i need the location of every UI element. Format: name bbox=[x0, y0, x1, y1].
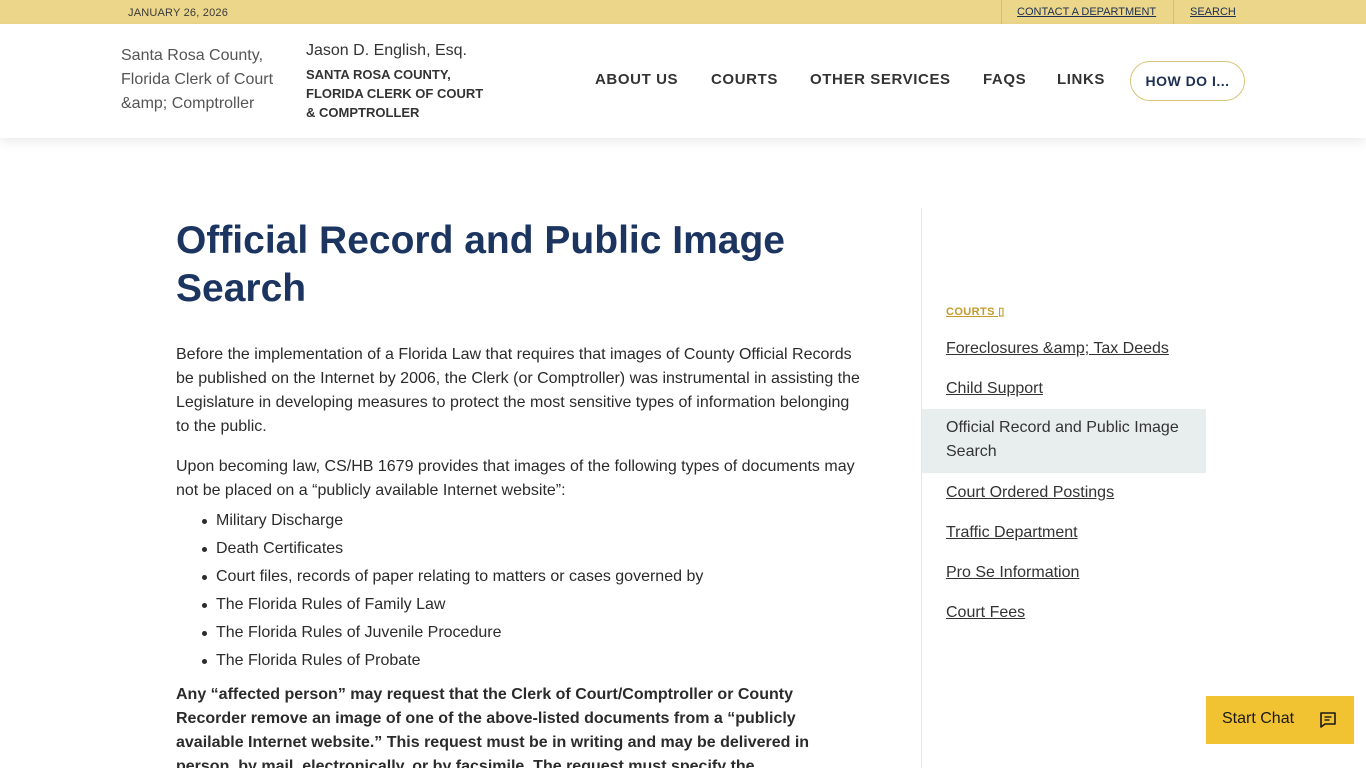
list-item: Military Discharge bbox=[201, 507, 703, 535]
list-item: Court files, records of paper relating t… bbox=[201, 563, 703, 591]
sidebar-item-court-fees[interactable]: Court Fees bbox=[946, 604, 1025, 622]
utility-bar: JANUARY 26, 2026 CONTACT A DEPARTMENT SE… bbox=[0, 0, 1366, 24]
sidebar-item-label: Official Record and Public Image Search bbox=[946, 419, 1179, 460]
sidebar-item-child-support[interactable]: Child Support bbox=[946, 380, 1043, 398]
list-item: The Florida Rules of Probate bbox=[201, 647, 703, 675]
law-paragraph: Upon becoming law, CS/HB 1679 provides t… bbox=[176, 458, 855, 499]
removal-request-paragraph: Any “affected person” may request that t… bbox=[176, 686, 810, 768]
nav-about-us[interactable]: ABOUT US bbox=[595, 71, 678, 88]
clerk-name: Jason D. English, Esq. bbox=[306, 42, 467, 59]
sidebar-item-pro-se[interactable]: Pro Se Information bbox=[946, 564, 1079, 582]
start-chat-button[interactable]: Start Chat bbox=[1206, 696, 1354, 744]
how-do-i-button[interactable]: HOW DO I... bbox=[1130, 61, 1245, 101]
nav-faqs[interactable]: FAQS bbox=[983, 71, 1026, 88]
search-link[interactable]: SEARCH bbox=[1190, 6, 1236, 18]
current-date: JANUARY 26, 2026 bbox=[128, 7, 229, 19]
list-item: The Florida Rules of Family Law bbox=[201, 591, 703, 619]
contact-department-link[interactable]: CONTACT A DEPARTMENT bbox=[1017, 6, 1156, 18]
sidebar-item-court-ordered-postings[interactable]: Court Ordered Postings bbox=[946, 484, 1114, 502]
sidebar-item-official-record[interactable]: Official Record and Public Image Search bbox=[922, 409, 1206, 473]
topbar-divider bbox=[1001, 0, 1002, 24]
chat-bubble-icon bbox=[1320, 712, 1336, 728]
start-chat-label: Start Chat bbox=[1222, 710, 1295, 727]
nav-links[interactable]: LINKS bbox=[1057, 71, 1105, 88]
list-item: Death Certificates bbox=[201, 535, 703, 563]
org-name: SANTA ROSA COUNTY, FLORIDA CLERK OF COUR… bbox=[306, 67, 484, 120]
topbar-divider bbox=[1173, 0, 1174, 24]
sidebar-heading-courts[interactable]: COURTS ▯ bbox=[946, 305, 1005, 318]
nav-other-services[interactable]: OTHER SERVICES bbox=[810, 71, 951, 88]
site-logo[interactable]: Santa Rosa County, Florida Clerk of Cour… bbox=[121, 44, 291, 116]
sidebar-item-traffic-department[interactable]: Traffic Department bbox=[946, 524, 1078, 542]
intro-paragraph: Before the implementation of a Florida L… bbox=[176, 346, 860, 435]
content-divider bbox=[921, 208, 922, 768]
site-header: Santa Rosa County, Florida Clerk of Cour… bbox=[0, 24, 1366, 138]
sidebar-item-foreclosures[interactable]: Foreclosures &amp; Tax Deeds bbox=[946, 340, 1169, 358]
list-item: The Florida Rules of Juvenile Procedure bbox=[201, 619, 703, 647]
page-title: Official Record and Public Image Search bbox=[176, 219, 785, 310]
nav-courts[interactable]: COURTS bbox=[711, 71, 778, 88]
restricted-documents-list: Military Discharge Death Certificates Co… bbox=[201, 507, 703, 675]
